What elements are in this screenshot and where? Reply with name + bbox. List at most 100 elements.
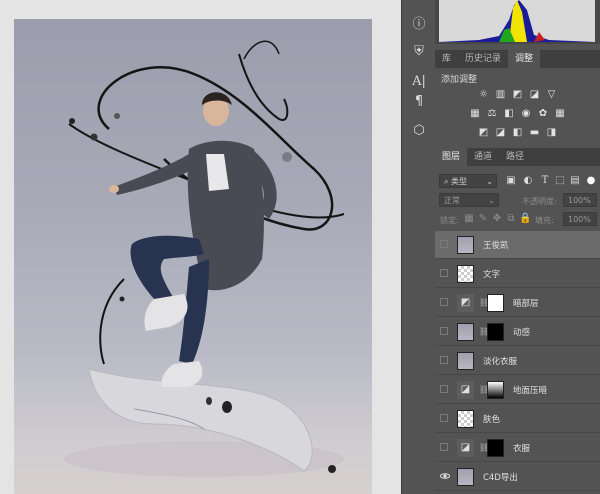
posterize-icon[interactable]: ◪ bbox=[495, 127, 507, 139]
adjustment-filter-icon[interactable]: ◐ bbox=[522, 175, 534, 187]
invert-icon[interactable]: ◩ bbox=[478, 127, 490, 139]
visibility-toggle[interactable] bbox=[440, 414, 448, 422]
adjustments-row-1: ☼ ▥ ◩ ◪ ▽ bbox=[435, 89, 600, 101]
visibility-toggle[interactable] bbox=[440, 385, 448, 393]
tab-paths[interactable]: 路径 bbox=[499, 148, 531, 166]
layer-mask-thumbnail[interactable] bbox=[487, 381, 504, 399]
blend-mode-value: 正常 bbox=[444, 196, 460, 205]
eye-icon[interactable] bbox=[439, 471, 451, 481]
layer-name[interactable]: 文字 bbox=[483, 268, 500, 280]
smart-object-filter-icon[interactable]: ▤ bbox=[569, 175, 581, 187]
layer-filter-select[interactable]: ⌕ 类型 ⌄ bbox=[439, 174, 497, 188]
layer-name[interactable]: 动感 bbox=[513, 326, 530, 338]
layer-name[interactable]: 衣服 bbox=[513, 442, 530, 454]
black-white-icon[interactable]: ◧ bbox=[503, 108, 515, 120]
layer-name[interactable]: 王俊凯 bbox=[483, 239, 509, 251]
histogram-graph bbox=[439, 0, 595, 42]
brightness-icon[interactable]: ☼ bbox=[478, 89, 490, 101]
fill-value: 100% bbox=[568, 215, 591, 224]
visibility-toggle[interactable] bbox=[440, 356, 448, 364]
collapsed-panel-strip: ⓘ ⛨ A| ¶ ⬡ bbox=[401, 0, 436, 494]
opacity-label: 不透明度: bbox=[522, 197, 557, 206]
character-icon[interactable]: A| bbox=[409, 72, 429, 92]
layer-row[interactable]: C4D导出 bbox=[435, 463, 600, 491]
tab-adjustments[interactable]: 调整 bbox=[508, 50, 541, 68]
layer-row[interactable]: ◪ ⛓ 衣服 bbox=[435, 434, 600, 462]
exposure-icon[interactable]: ◪ bbox=[529, 89, 541, 101]
visibility-toggle[interactable] bbox=[440, 327, 448, 335]
info-icon[interactable]: ⓘ bbox=[409, 15, 429, 35]
adjustments-row-3: ◩ ◪ ◧ ▬ ◨ bbox=[435, 127, 600, 139]
visibility-toggle[interactable] bbox=[440, 269, 448, 277]
type-filter-icon[interactable]: T bbox=[539, 175, 551, 187]
layer-row[interactable]: 淡化衣服 bbox=[435, 347, 600, 375]
layer-row[interactable]: 肤色 bbox=[435, 405, 600, 433]
person-stamp-icon[interactable]: ⛨ bbox=[409, 42, 429, 62]
filter-toggle-icon[interactable]: ● bbox=[585, 175, 597, 187]
lock-artboard-icon[interactable]: ⧉ bbox=[505, 213, 517, 225]
threshold-icon[interactable]: ◧ bbox=[512, 127, 524, 139]
layer-row[interactable]: ⛓ 动感 bbox=[435, 318, 600, 346]
gradient-map-icon[interactable]: ▬ bbox=[529, 127, 541, 139]
top-panel-tabs: 库 历史记录 调整 bbox=[435, 50, 600, 68]
channel-mixer-icon[interactable]: ✿ bbox=[537, 108, 549, 120]
tab-channels[interactable]: 通道 bbox=[467, 148, 499, 166]
layer-name[interactable]: 暗部层 bbox=[513, 297, 539, 309]
hue-saturation-icon[interactable]: ▦ bbox=[469, 108, 481, 120]
chevron-down-icon: ⌄ bbox=[486, 177, 493, 186]
layer-name[interactable]: 淡化衣服 bbox=[483, 355, 517, 367]
exposure-adjustment-icon: ◩ bbox=[457, 294, 474, 312]
layers-list: 王俊凯 文字 ◩ ⛓ 暗部层 ⛓ 动感 淡化衣服 ◪ ⛓ 地面压暗 肤色 ◪ ⛓… bbox=[435, 231, 600, 494]
cube-icon[interactable]: ⬡ bbox=[409, 121, 429, 141]
curves-icon[interactable]: ◩ bbox=[512, 89, 524, 101]
levels-icon[interactable]: ▥ bbox=[495, 89, 507, 101]
tab-library[interactable]: 库 bbox=[435, 50, 458, 68]
histogram-panel bbox=[435, 0, 600, 44]
fill-input[interactable]: 100% bbox=[563, 212, 597, 226]
layer-thumbnail bbox=[457, 236, 474, 254]
shape-filter-icon[interactable]: ⬚ bbox=[554, 175, 566, 187]
layer-name[interactable]: 地面压暗 bbox=[513, 384, 547, 396]
blend-mode-select[interactable]: 正常 ⌄ bbox=[439, 193, 499, 207]
tab-history[interactable]: 历史记录 bbox=[458, 50, 508, 68]
tab-layers[interactable]: 图层 bbox=[435, 148, 468, 166]
visibility-toggle[interactable] bbox=[440, 443, 448, 451]
canvas-image[interactable] bbox=[14, 19, 372, 494]
layer-name[interactable]: C4D导出 bbox=[483, 471, 518, 483]
layer-row[interactable]: 文字 bbox=[435, 260, 600, 288]
adjustments-row-2: ▦ ⚖ ◧ ◉ ✿ ▦ bbox=[435, 108, 600, 120]
layer-row[interactable]: ◩ ⛓ 暗部层 bbox=[435, 289, 600, 317]
visibility-toggle[interactable] bbox=[440, 240, 448, 248]
layer-thumbnail bbox=[457, 323, 474, 341]
layers-panel-tabs: 图层 通道 路径 bbox=[435, 148, 600, 166]
layer-filter-value: 类型 bbox=[451, 177, 468, 186]
paragraph-icon[interactable]: ¶ bbox=[409, 92, 429, 112]
visibility-toggle[interactable] bbox=[440, 298, 448, 306]
adjustments-title: 添加调整 bbox=[441, 75, 478, 85]
layer-mask-thumbnail[interactable] bbox=[487, 439, 504, 457]
layer-row[interactable]: 王俊凯 bbox=[435, 231, 600, 259]
layer-mask-thumbnail[interactable] bbox=[487, 294, 504, 312]
lock-pixels-icon[interactable]: ✎ bbox=[477, 213, 489, 225]
vibrance-icon[interactable]: ▽ bbox=[546, 89, 558, 101]
color-balance-icon[interactable]: ⚖ bbox=[486, 108, 498, 120]
search-icon: ⌕ bbox=[444, 177, 452, 186]
layer-thumbnail bbox=[457, 410, 474, 428]
layer-row[interactable]: ◪ ⛓ 地面压暗 bbox=[435, 376, 600, 404]
color-lookup-icon[interactable]: ▦ bbox=[554, 108, 566, 120]
photo-filter-icon[interactable]: ◉ bbox=[520, 108, 532, 120]
layer-thumbnail bbox=[457, 468, 474, 486]
fill-label: 填充: bbox=[535, 216, 554, 225]
selective-color-icon[interactable]: ◨ bbox=[546, 127, 558, 139]
lock-position-icon[interactable]: ✥ bbox=[491, 213, 503, 225]
layer-name[interactable]: 肤色 bbox=[483, 413, 500, 425]
lock-all-icon[interactable]: 🔒 bbox=[519, 213, 531, 225]
opacity-input[interactable]: 100% bbox=[563, 193, 597, 207]
pixel-filter-icon[interactable]: ▣ bbox=[505, 175, 517, 187]
layer-thumbnail bbox=[457, 352, 474, 370]
layer-thumbnail bbox=[457, 265, 474, 283]
lock-transparency-icon[interactable]: ▦ bbox=[463, 213, 475, 225]
opacity-value: 100% bbox=[568, 196, 591, 205]
document-area[interactable] bbox=[0, 0, 401, 494]
layer-mask-thumbnail[interactable] bbox=[487, 323, 504, 341]
